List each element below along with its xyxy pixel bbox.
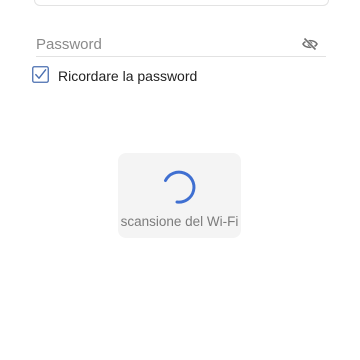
remember-password-label: Ricordare la password	[58, 68, 198, 84]
eye-off-icon[interactable]	[302, 37, 318, 51]
wifi-login-screen: Ricordare la password scansione del Wi-F…	[0, 0, 360, 360]
scan-status-text: scansione del Wi-Fi	[120, 214, 239, 229]
wifi-scan-dialog: scansione del Wi-Fi	[118, 153, 241, 238]
loading-spinner-icon	[164, 170, 196, 204]
previous-input-field[interactable]	[34, 0, 329, 6]
remember-password-checkbox[interactable]	[32, 66, 49, 83]
password-input[interactable]	[36, 34, 291, 54]
password-field-row	[36, 30, 326, 57]
